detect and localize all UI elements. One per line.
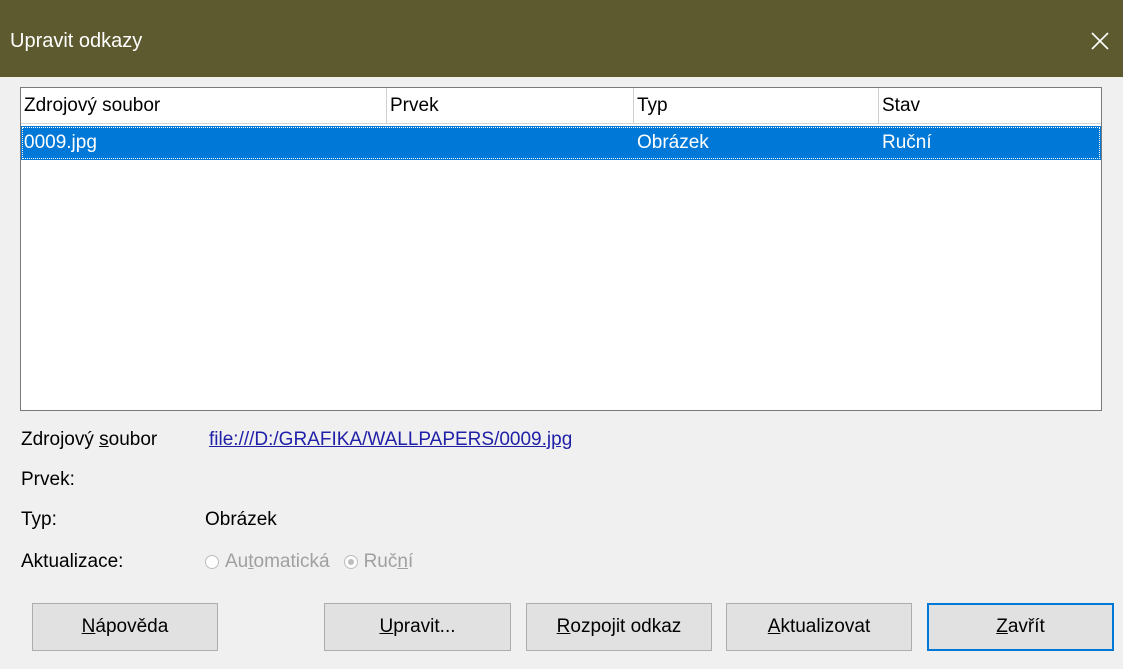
update-label: Aktualizace:: [21, 551, 124, 572]
table-row[interactable]: 0009.jpg Obrázek Ruční: [21, 126, 1101, 160]
radio-checked-icon: [343, 555, 358, 569]
edit-links-dialog: Zdrojový soubor Prvek Typ Stav 0009.jpg …: [0, 77, 1123, 669]
links-list-header: Zdrojový soubor Prvek Typ Stav: [21, 88, 1101, 124]
source-file-link[interactable]: file:///D:/GRAFIKA/WALLPAPERS/0009.jpg: [209, 429, 572, 451]
update-automatic-label: Automatická: [225, 551, 330, 572]
links-list[interactable]: Zdrojový soubor Prvek Typ Stav 0009.jpg …: [20, 87, 1102, 411]
close-window-button[interactable]: [1077, 16, 1123, 66]
source-file-label: Zdrojový soubor: [21, 429, 158, 450]
type-label: Typ:: [21, 509, 57, 530]
element-label: Prvek:: [21, 469, 75, 490]
column-header-source[interactable]: Zdrojový soubor: [21, 88, 387, 123]
help-button[interactable]: Nápověda: [32, 603, 218, 651]
break-link-button[interactable]: Rozpojit odkaz: [526, 603, 712, 651]
update-manual-label: Ruční: [363, 551, 414, 572]
radio-unchecked-icon: [205, 555, 219, 569]
update-button[interactable]: Aktualizovat: [726, 603, 912, 651]
type-value: Obrázek: [205, 509, 277, 530]
column-header-type[interactable]: Typ: [634, 88, 879, 123]
edit-button[interactable]: Upravit...: [324, 603, 511, 651]
row-status: Ruční: [882, 132, 932, 153]
update-mode-radio-group: Automatická Ruční: [205, 551, 427, 573]
column-header-status[interactable]: Stav: [879, 88, 1101, 123]
title-bar: Upravit odkazy: [0, 0, 1123, 77]
window-title: Upravit odkazy: [10, 30, 143, 52]
close-button[interactable]: Zavřít: [927, 603, 1114, 651]
row-source: 0009.jpg: [24, 132, 97, 153]
close-icon: [1091, 32, 1109, 50]
column-header-element[interactable]: Prvek: [387, 88, 634, 123]
update-automatic-radio[interactable]: Automatická: [205, 551, 330, 573]
row-element: [387, 126, 634, 160]
update-manual-radio[interactable]: Ruční: [343, 551, 414, 573]
row-type: Obrázek: [637, 132, 709, 153]
